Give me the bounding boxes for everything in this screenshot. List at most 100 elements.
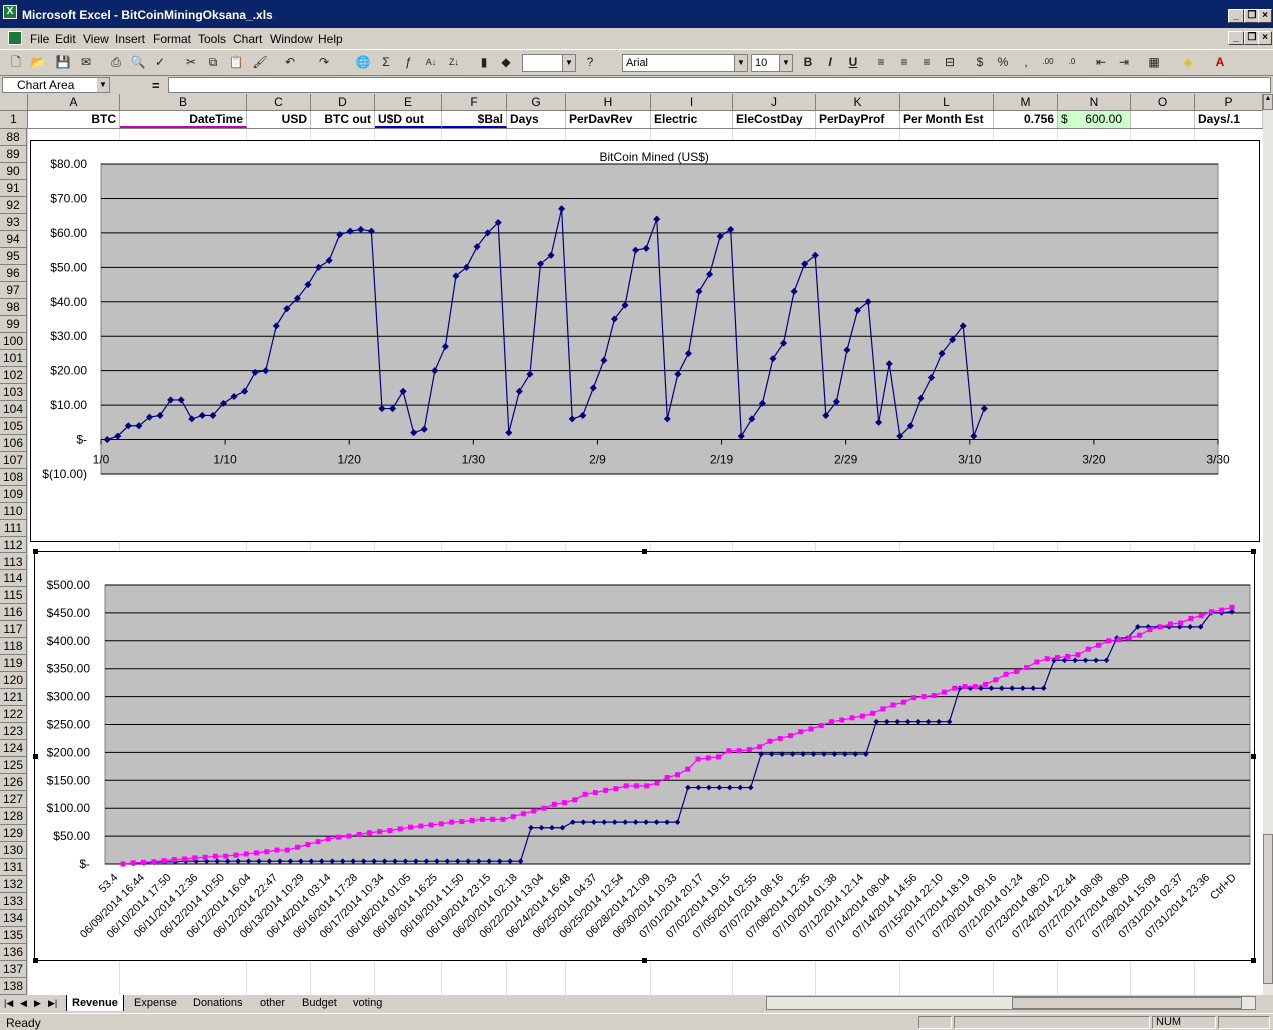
col-header-n[interactable]: N [1058,94,1131,110]
font-combo[interactable]: Arial ▼ [622,54,748,72]
workbook-icon[interactable] [8,31,22,45]
redo-icon[interactable]: ↷ [316,54,332,70]
col-header-b[interactable]: B [120,94,247,110]
row-header[interactable]: 119 [0,655,27,673]
row-header[interactable]: 120 [0,672,27,690]
doc-minimize-icon[interactable]: _ [1228,31,1244,45]
cut-icon[interactable]: ✂ [183,54,199,70]
email-icon[interactable]: ✉ [78,54,94,70]
cell-l1[interactable]: Per Month Est [900,111,994,128]
col-header-m[interactable]: M [994,94,1058,110]
increase-decimal-icon[interactable]: .00 [1040,54,1056,70]
vertical-scrollbar[interactable]: ▲ [1263,94,1273,995]
paste-icon[interactable]: 📋 [228,54,244,70]
decrease-indent-icon[interactable]: ⇤ [1093,54,1109,70]
resize-handle-l[interactable] [33,754,38,759]
print-icon[interactable]: ⎙ [108,54,124,70]
merge-center-icon[interactable]: ⊟ [942,54,958,70]
row-header[interactable]: 107 [0,451,27,469]
row-header[interactable]: 112 [0,536,27,554]
tab-other[interactable]: other [260,995,285,1011]
underline-icon[interactable]: U [845,54,861,70]
cell-m1[interactable]: 0.756 [994,111,1058,128]
cell-o1[interactable] [1131,111,1195,128]
decrease-decimal-icon[interactable]: .0 [1064,54,1080,70]
row-header[interactable]: 100 [0,332,27,350]
resize-handle-tr[interactable] [1251,549,1256,554]
col-header-e[interactable]: E [375,94,442,110]
row-header[interactable]: 129 [0,825,27,843]
function-icon[interactable]: ƒ [400,54,416,70]
row-header[interactable]: 116 [0,604,27,622]
row-header[interactable]: 111 [0,519,27,537]
row-header[interactable]: 125 [0,757,27,775]
row-header[interactable]: 102 [0,366,27,384]
row-header[interactable]: 89 [0,145,27,163]
resize-handle-br[interactable] [1251,958,1256,963]
name-box[interactable]: Chart Area ▼ [2,77,110,93]
row-header[interactable]: 104 [0,400,27,418]
tab-donations[interactable]: Donations [193,995,243,1011]
cell-c1[interactable]: USD [247,111,311,128]
drawing-icon[interactable]: ◆ [498,54,514,70]
tab-expense[interactable]: Expense [134,995,177,1011]
scroll-up-icon[interactable]: ▲ [1263,94,1273,110]
row-header[interactable]: 101 [0,349,27,367]
save-icon[interactable]: 💾 [55,54,71,70]
font-size-combo[interactable]: 10 ▼ [751,54,793,72]
col-header-c[interactable]: C [247,94,311,110]
row-header[interactable]: 94 [0,230,27,248]
row-header[interactable]: 131 [0,859,27,877]
row-header[interactable]: 137 [0,961,27,978]
row-header[interactable]: 130 [0,842,27,860]
row-header[interactable]: 121 [0,689,27,707]
menu-tools[interactable]: Tools [198,32,226,46]
row-header[interactable]: 126 [0,774,27,792]
row-header[interactable]: 90 [0,162,27,180]
borders-icon[interactable]: ▦ [1146,54,1162,70]
row-header[interactable]: 115 [0,587,27,605]
row-header[interactable]: 88 [0,129,27,146]
chart-bitcoin-mined[interactable]: BitCoin Mined (US$) $80.00 $70.00 $60.00 $50… [30,140,1260,542]
tab-revenue[interactable]: Revenue [66,995,124,1011]
row-header[interactable]: 92 [0,196,27,214]
font-color-icon[interactable]: A [1212,54,1228,70]
tab-prev-icon[interactable]: ◀ [20,995,27,1011]
tab-first-icon[interactable]: |◀ [4,995,13,1011]
row-header[interactable]: 105 [0,417,27,435]
sort-descending-icon[interactable]: Z↓ [446,54,462,70]
doc-close-icon[interactable]: × [1258,31,1272,45]
align-center-icon[interactable]: ≡ [896,54,912,70]
col-header-j[interactable]: J [733,94,816,110]
cell-k1[interactable]: PerDayProf [816,111,900,128]
cell-b1[interactable]: DateTime [120,111,247,128]
comma-icon[interactable]: , [1018,54,1034,70]
cell-d1[interactable]: BTC out [311,111,375,128]
row-header[interactable]: 98 [0,298,27,316]
italic-icon[interactable]: I [822,54,838,70]
tab-last-icon[interactable]: ▶| [48,995,57,1011]
menu-file[interactable]: File [30,32,49,46]
increase-indent-icon[interactable]: ⇥ [1116,54,1132,70]
row-header[interactable]: 108 [0,468,27,486]
horizontal-scrollbar[interactable] [766,996,1256,1010]
cell-p1[interactable]: Days/.1 [1195,111,1263,128]
bold-icon[interactable]: B [800,54,816,70]
row-header[interactable]: 99 [0,315,27,333]
format-painter-icon[interactable]: 🖌 [252,54,268,70]
row-header[interactable]: 103 [0,383,27,401]
menu-view[interactable]: View [83,32,109,46]
cell-n1[interactable]: $600.00 [1058,111,1131,128]
row-header-1[interactable]: 1 [0,111,28,128]
col-header-o[interactable]: O [1131,94,1195,110]
col-header-k[interactable]: K [816,94,900,110]
sort-ascending-icon[interactable]: A↓ [423,54,439,70]
row-header[interactable]: 138 [0,978,27,995]
percent-icon[interactable]: % [995,54,1011,70]
resize-handle-tl[interactable] [33,549,38,554]
row-header[interactable]: 91 [0,179,27,197]
col-header-f[interactable]: F [442,94,507,110]
col-header-i[interactable]: I [651,94,733,110]
select-all-corner[interactable] [0,94,28,110]
row-header[interactable]: 132 [0,876,27,894]
